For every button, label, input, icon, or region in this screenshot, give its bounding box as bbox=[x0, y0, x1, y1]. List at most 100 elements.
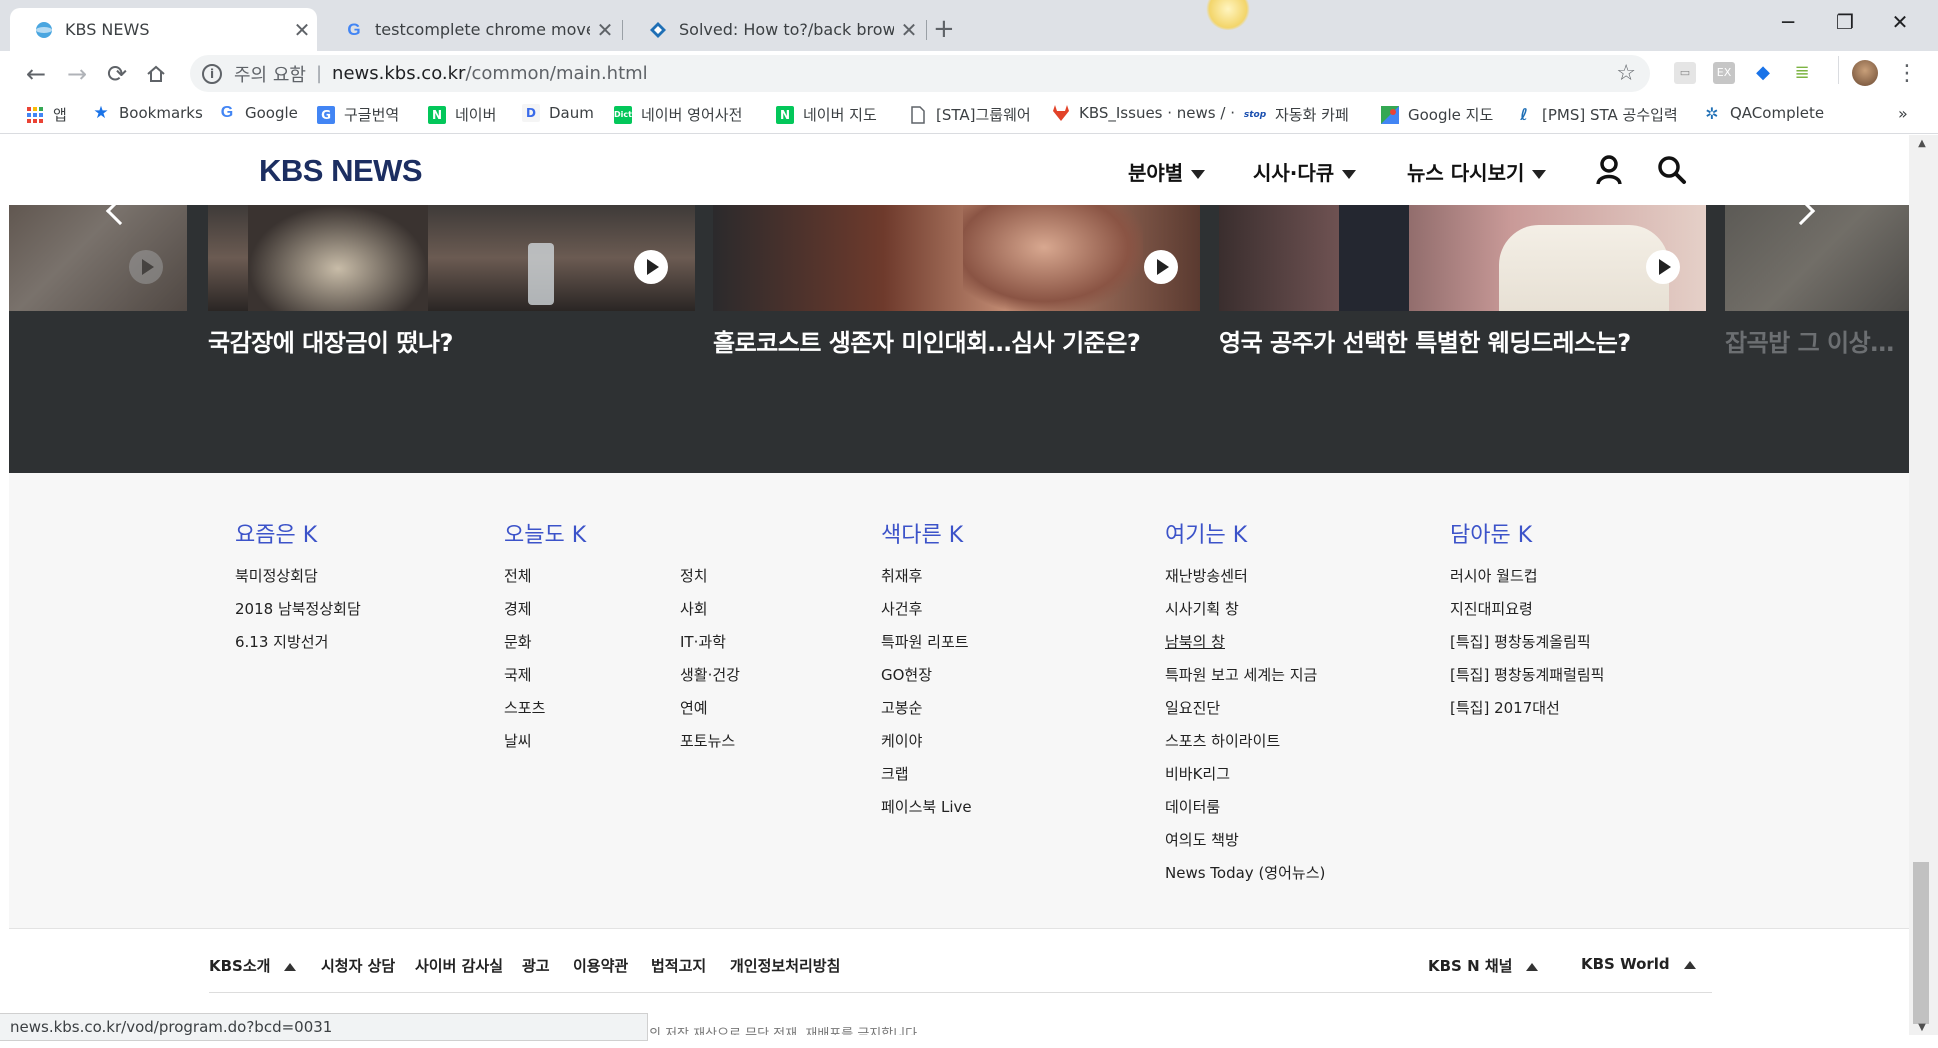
sitemap-link[interactable]: 포토뉴스 bbox=[680, 730, 740, 763]
footer-link-legal[interactable]: 법적고지 bbox=[651, 955, 706, 976]
bookmark-naver[interactable]: N 네이버 bbox=[428, 104, 496, 125]
extension-ladder-icon[interactable]: ≣ bbox=[1791, 62, 1813, 84]
footer-link-viewer-consult[interactable]: 시청자 상담 bbox=[321, 955, 395, 976]
close-tab-icon[interactable]: ✕ bbox=[287, 18, 317, 42]
sitemap-link[interactable]: 경제 bbox=[504, 598, 545, 631]
video-caption[interactable]: 잡곡밥 그 이상… bbox=[1725, 323, 1894, 358]
sitemap-link[interactable]: 데이터룸 bbox=[1165, 796, 1325, 829]
bookmark-naver-map[interactable]: N 네이버 지도 bbox=[776, 104, 877, 125]
close-tab-icon[interactable]: ✕ bbox=[894, 18, 924, 42]
address-bar[interactable]: i 주의 요함 | news.kbs.co.kr/common/main.htm… bbox=[190, 55, 1650, 92]
footer-link-privacy[interactable]: 개인정보처리방침 bbox=[730, 955, 840, 976]
footer-link-kbs-world[interactable]: KBS World bbox=[1581, 955, 1696, 973]
sitemap-link[interactable]: 지진대피요령 bbox=[1450, 598, 1604, 631]
bookmark-star-icon[interactable]: ☆ bbox=[1616, 61, 1636, 86]
footer-link-ads[interactable]: 광고 bbox=[522, 955, 550, 976]
video-thumbnail[interactable] bbox=[1219, 205, 1706, 311]
forward-arrow-icon[interactable]: → bbox=[62, 59, 92, 89]
extension-diamond-icon[interactable]: ◆ bbox=[1752, 62, 1774, 84]
sitemap-link[interactable]: 국제 bbox=[504, 664, 545, 697]
nav-news-replay[interactable]: 뉴스 다시보기 bbox=[1407, 157, 1547, 186]
sitemap-link[interactable]: 페이스북 Live bbox=[881, 796, 972, 829]
close-tab-icon[interactable]: ✕ bbox=[590, 18, 620, 42]
sitemap-link[interactable]: 2018 남북정상회담 bbox=[235, 598, 361, 631]
tab-solved[interactable]: Solved: How to?/back browser ✕ bbox=[624, 8, 924, 51]
footer-link-kbs-n[interactable]: KBS N 채널 bbox=[1428, 955, 1539, 976]
bookmark-pms[interactable]: ℓ [PMS] STA 공수입력 bbox=[1515, 104, 1678, 125]
search-icon[interactable] bbox=[1657, 155, 1687, 189]
sitemap-link[interactable]: GO현장 bbox=[881, 664, 972, 697]
video-caption[interactable]: 홀로코스트 생존자 미인대회…심사 기준은? bbox=[713, 323, 1141, 358]
sitemap-link[interactable]: 날씨 bbox=[504, 730, 545, 763]
sitemap-link[interactable]: [특집] 2017대선 bbox=[1450, 697, 1604, 730]
bookmark-automation-cafe[interactable]: stop 자동화 카페 bbox=[1244, 104, 1349, 125]
extension-screen-icon[interactable]: ▭ bbox=[1674, 62, 1696, 84]
sitemap-link[interactable]: 시사기획 창 bbox=[1165, 598, 1325, 631]
sitemap-link[interactable]: 비바K리그 bbox=[1165, 763, 1325, 796]
sitemap-link[interactable]: 6.13 지방선거 bbox=[235, 631, 361, 664]
minimize-button[interactable]: ─ bbox=[1768, 10, 1808, 34]
reload-icon[interactable]: ⟳ bbox=[102, 59, 132, 89]
nav-category[interactable]: 분야별 bbox=[1128, 157, 1206, 186]
bookmark-apps[interactable]: 앱 bbox=[26, 104, 67, 125]
sitemap-title-trending[interactable]: 요즘은 K bbox=[235, 517, 317, 549]
sitemap-title-here[interactable]: 여기는 K bbox=[1165, 517, 1247, 549]
sitemap-link[interactable]: 취재후 bbox=[881, 565, 972, 598]
sitemap-title-saved[interactable]: 담아둔 K bbox=[1450, 517, 1532, 549]
sitemap-link[interactable]: 러시아 월드컵 bbox=[1450, 565, 1604, 598]
close-window-button[interactable]: ✕ bbox=[1880, 10, 1920, 34]
sitemap-link[interactable]: 정치 bbox=[680, 565, 740, 598]
sitemap-link[interactable]: 북미정상회담 bbox=[235, 565, 361, 598]
scrollbar-thumb[interactable] bbox=[1913, 862, 1929, 1024]
sitemap-title-different[interactable]: 색다른 K bbox=[881, 517, 963, 549]
sitemap-title-today[interactable]: 오늘도 K bbox=[504, 517, 586, 549]
sitemap-link[interactable]: 스포츠 하이라이트 bbox=[1165, 730, 1325, 763]
sitemap-link[interactable]: 스포츠 bbox=[504, 697, 545, 730]
bookmark-daum[interactable]: D Daum bbox=[522, 104, 594, 122]
bookmark-qacomplete[interactable]: ✲ QAComplete bbox=[1703, 104, 1824, 123]
bookmark-kbs-issues[interactable]: KBS_Issues · news / · bbox=[1052, 104, 1235, 122]
back-arrow-icon[interactable]: ← bbox=[21, 59, 51, 89]
kbs-news-logo[interactable]: KBS NEWS bbox=[259, 153, 423, 189]
sitemap-link[interactable]: 재난방송센터 bbox=[1165, 565, 1325, 598]
video-thumbnail[interactable] bbox=[713, 205, 1200, 311]
video-thumbnail[interactable] bbox=[1725, 205, 1909, 311]
maximize-button[interactable]: ❐ bbox=[1825, 10, 1865, 34]
new-tab-button[interactable]: + bbox=[933, 14, 955, 44]
sitemap-link[interactable]: 남북의 창 bbox=[1165, 631, 1325, 664]
info-icon[interactable]: i bbox=[202, 63, 222, 84]
tab-testcomplete[interactable]: G testcomplete chrome move pre ✕ bbox=[320, 8, 620, 51]
sitemap-link[interactable]: [특집] 평창동계패럴림픽 bbox=[1450, 664, 1604, 697]
sitemap-link[interactable]: 고봉순 bbox=[881, 697, 972, 730]
sitemap-link[interactable]: 연예 bbox=[680, 697, 740, 730]
sitemap-link[interactable]: 문화 bbox=[504, 631, 545, 664]
sitemap-link[interactable]: 일요진단 bbox=[1165, 697, 1325, 730]
tab-kbs-news[interactable]: KBS NEWS ✕ bbox=[10, 8, 317, 51]
video-caption[interactable]: 국감장에 대장금이 떴나? bbox=[208, 323, 453, 358]
bookmark-sta-groupware[interactable]: [STA]그룹웨어 bbox=[909, 104, 1031, 125]
sitemap-link[interactable]: 생활·건강 bbox=[680, 664, 740, 697]
profile-avatar[interactable] bbox=[1852, 60, 1878, 86]
bookmark-google-maps[interactable]: Google 지도 bbox=[1381, 104, 1493, 125]
video-thumbnail[interactable] bbox=[9, 205, 187, 311]
extension-ex-icon[interactable]: EX bbox=[1713, 62, 1735, 84]
sitemap-link[interactable]: 전체 bbox=[504, 565, 545, 598]
sitemap-link[interactable]: IT·과학 bbox=[680, 631, 740, 664]
scroll-down-arrow-icon[interactable]: ▼ bbox=[1913, 1022, 1931, 1033]
sitemap-link[interactable]: 사건후 bbox=[881, 598, 972, 631]
menu-kebab-icon[interactable]: ⋮ bbox=[1892, 59, 1922, 89]
user-icon[interactable] bbox=[1595, 155, 1623, 189]
home-icon[interactable] bbox=[141, 59, 171, 89]
scroll-up-arrow-icon[interactable]: ▲ bbox=[1913, 138, 1931, 149]
sitemap-link[interactable]: 여의도 책방 bbox=[1165, 829, 1325, 862]
sitemap-link[interactable]: 특파원 보고 세계는 지금 bbox=[1165, 664, 1325, 697]
nav-current-affairs[interactable]: 시사·다큐 bbox=[1253, 157, 1357, 186]
bookmark-bookmarks[interactable]: ★ Bookmarks bbox=[92, 103, 202, 123]
video-thumbnail[interactable] bbox=[208, 205, 695, 311]
sitemap-link[interactable]: 크랩 bbox=[881, 763, 972, 796]
bookmark-google[interactable]: G Google bbox=[218, 104, 298, 122]
footer-link-terms[interactable]: 이용약관 bbox=[573, 955, 628, 976]
sitemap-link[interactable]: 케이야 bbox=[881, 730, 972, 763]
footer-link-cyber-audit[interactable]: 사이버 감사실 bbox=[415, 955, 503, 976]
sitemap-link[interactable]: [특집] 평창동계올림픽 bbox=[1450, 631, 1604, 664]
